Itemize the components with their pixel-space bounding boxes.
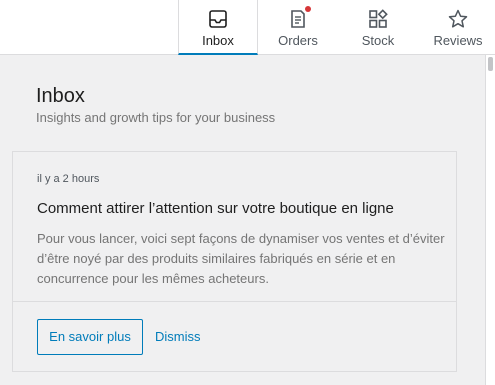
learn-more-button[interactable]: En savoir plus xyxy=(37,319,143,355)
tab-reviews[interactable]: Reviews xyxy=(418,0,495,55)
stock-icon xyxy=(367,8,389,30)
note-title: Comment attirer l’attention sur votre bo… xyxy=(37,200,394,217)
note-timestamp: il y a 2 hours xyxy=(37,173,100,185)
dismiss-button[interactable]: Dismiss xyxy=(155,319,201,355)
tab-reviews-label: Reviews xyxy=(433,33,483,48)
tab-inbox-label: Inbox xyxy=(202,33,234,48)
tab-stock-label: Stock xyxy=(361,33,395,48)
note-body: Pour vous lancer, voici sept façons de d… xyxy=(37,231,445,286)
tab-stock[interactable]: Stock xyxy=(338,0,418,55)
scrollbar-thumb[interactable] xyxy=(488,57,493,71)
inbox-icon xyxy=(207,8,229,30)
orders-icon xyxy=(287,6,311,30)
page-subtitle: Insights and growth tips for your busine… xyxy=(36,110,276,125)
scrollbar[interactable] xyxy=(485,55,495,385)
star-icon xyxy=(447,8,469,30)
activity-panel-tabs: Inbox Orders Stock Reviews xyxy=(0,0,495,55)
page-title: Inbox xyxy=(36,85,85,107)
tab-inbox[interactable]: Inbox xyxy=(178,0,258,55)
inbox-note-card: il y a 2 hours Comment attirer l’attenti… xyxy=(12,151,457,372)
tab-orders[interactable]: Orders xyxy=(258,0,338,55)
divider xyxy=(13,301,456,302)
tab-orders-label: Orders xyxy=(278,33,318,48)
notification-dot xyxy=(305,6,311,12)
